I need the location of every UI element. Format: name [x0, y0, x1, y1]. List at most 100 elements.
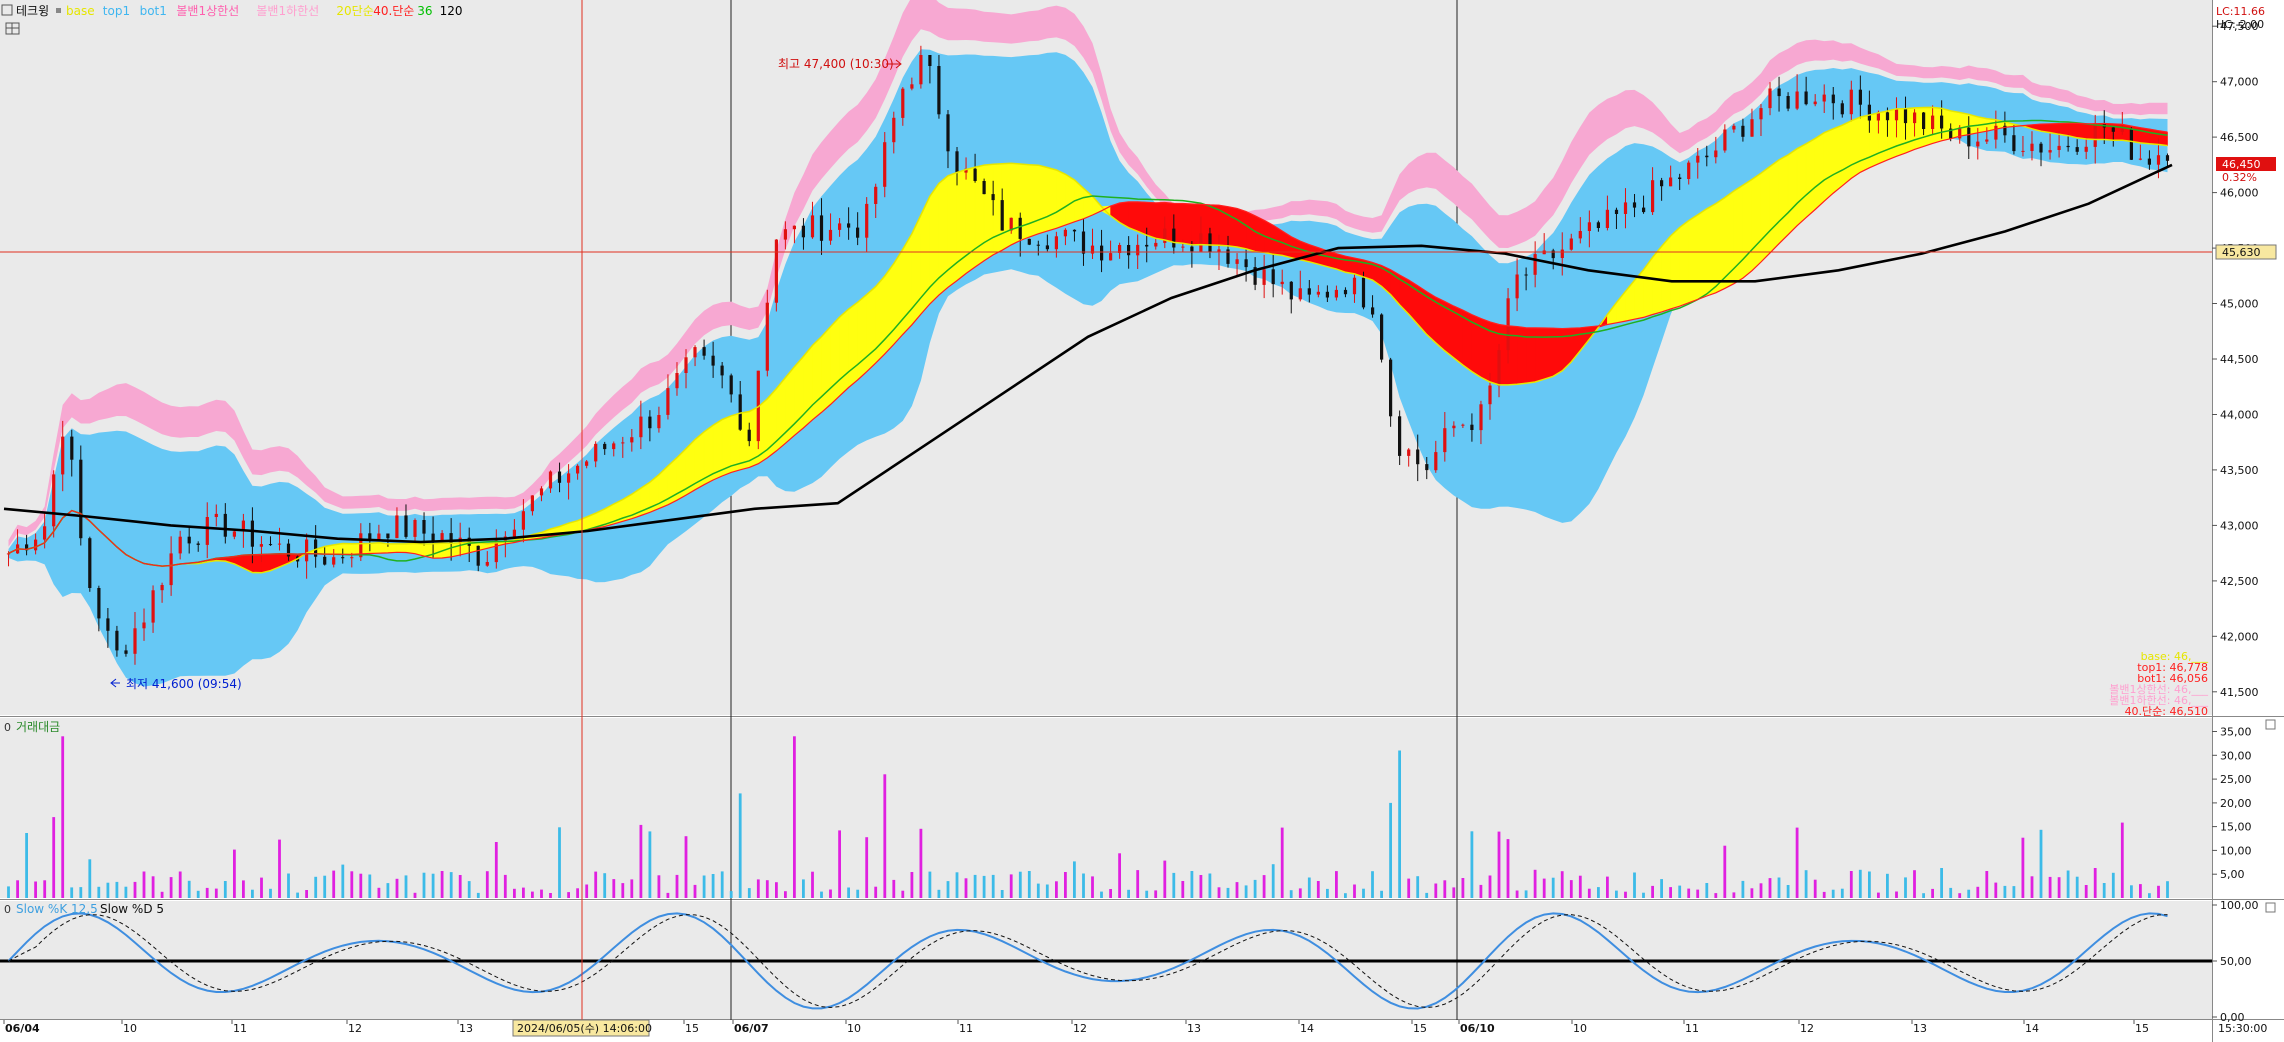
- legend-item: bot1: [140, 4, 167, 18]
- candle-body: [1524, 274, 1528, 276]
- candle-body: [594, 443, 598, 462]
- legend-item: 20단순: [336, 4, 373, 18]
- candle-body: [828, 229, 833, 241]
- volume-bar: [1497, 831, 1501, 898]
- volume-bar: [2012, 886, 2016, 898]
- volume-bar: [1136, 870, 1140, 898]
- candle-body: [1172, 228, 1176, 248]
- volume-bar: [2084, 885, 2088, 898]
- cloud-segment-up: [830, 316, 840, 406]
- volume-bar: [178, 871, 182, 898]
- candle-body: [1858, 89, 1862, 105]
- price-tick-label: 43,500: [2220, 464, 2259, 477]
- volume-bar: [1858, 869, 1862, 898]
- volume-bar: [684, 836, 688, 898]
- candle-body: [476, 545, 480, 566]
- volume-bar: [874, 886, 878, 898]
- candle-body: [774, 239, 778, 303]
- chart-name: 테크윙: [16, 4, 49, 18]
- volume-bar: [223, 881, 227, 898]
- candle-body: [2129, 129, 2133, 160]
- volume-bar: [1868, 871, 1871, 898]
- volume-bar: [1840, 888, 1844, 898]
- candle-body: [1054, 236, 1058, 250]
- volume-bar: [1931, 888, 1934, 898]
- candle-body: [305, 539, 309, 562]
- candle-body: [1940, 115, 1944, 129]
- candle-body: [1632, 202, 1637, 208]
- legend-item: top1: [103, 4, 130, 18]
- cloud-segment-up: [803, 344, 813, 429]
- volume-bar: [404, 875, 408, 898]
- volume-bar: [196, 890, 200, 898]
- candle-body: [621, 442, 625, 444]
- candle-body: [1398, 416, 1402, 456]
- x-tick-label: 13: [1187, 1022, 1201, 1035]
- volume-bar: [269, 888, 272, 898]
- volume-bar: [1804, 870, 1808, 898]
- candle-body: [133, 628, 137, 654]
- last-time: 15:30:00: [2218, 1022, 2267, 1035]
- candle-body: [1578, 231, 1582, 239]
- candle-body: [1443, 428, 1447, 453]
- cloud-segment-down: [1245, 211, 1256, 253]
- candle-body: [1154, 242, 1158, 247]
- candle-body: [1867, 104, 1871, 121]
- volume-bar: [1732, 892, 1736, 898]
- candle-body: [1723, 129, 1727, 151]
- candle-body: [1714, 150, 1718, 158]
- candle-body: [512, 529, 516, 537]
- volume-bar: [2130, 885, 2133, 898]
- volume-tick-label: 25,00: [2220, 773, 2252, 786]
- candle-body: [2156, 155, 2161, 165]
- volume-bar: [1145, 890, 1149, 898]
- volume-bar: [1443, 880, 1447, 898]
- candle-body: [1976, 141, 1980, 147]
- volume-bar: [1958, 893, 1962, 898]
- cloud-segment-up: [1733, 184, 1744, 285]
- candle-body: [277, 543, 282, 545]
- volume-bar: [79, 887, 83, 898]
- candle-body: [1072, 229, 1077, 232]
- candle-body: [847, 223, 851, 228]
- volume-bar: [1741, 880, 1745, 898]
- candle-body: [386, 533, 390, 539]
- volume-bar: [1976, 886, 1980, 898]
- x-tick-label: 10: [1573, 1022, 1587, 1035]
- cloud-segment-down: [1146, 201, 1157, 239]
- volume-bar: [648, 831, 652, 898]
- volume-bar: [1660, 879, 1663, 898]
- price-tick-label: 47,000: [2220, 76, 2259, 89]
- x-tick-label: 13: [1913, 1022, 1927, 1035]
- volume-bar: [910, 872, 914, 898]
- volume-bar: [1678, 885, 1682, 898]
- candle-body: [1569, 238, 1573, 250]
- candle-body: [1587, 222, 1591, 231]
- cloud-segment-up: [821, 325, 831, 414]
- volume-bar: [1886, 873, 1889, 898]
- candle-body: [2012, 135, 2016, 152]
- volume-bar: [1515, 890, 1519, 898]
- candle-body: [1488, 385, 1492, 405]
- chart-svg[interactable]: 47,50047,00046,50046,00045,50045,00044,5…: [0, 0, 2284, 1042]
- volume-bar: [169, 877, 173, 898]
- volume-tick-label: 20,00: [2220, 797, 2252, 810]
- cloud-segment-down: [252, 554, 262, 574]
- volume-bar: [811, 871, 814, 898]
- candle-body: [874, 186, 878, 204]
- volume-bar: [160, 891, 164, 898]
- volume-bar: [70, 887, 74, 898]
- x-tick-label: 15: [1413, 1022, 1427, 1035]
- volume-bar: [1696, 889, 1700, 898]
- cloud-segment-down: [2149, 128, 2159, 145]
- volume-bar: [1253, 879, 1257, 898]
- cloud-segment-up: [875, 275, 886, 364]
- candle-body: [2048, 150, 2052, 153]
- candle-body: [1027, 238, 1031, 245]
- cloud-segment-down: [1182, 203, 1193, 246]
- candle-body: [395, 515, 399, 539]
- volume-tick-label: 30,00: [2220, 749, 2252, 762]
- volume-pane-bg: [0, 718, 2212, 898]
- candle-body: [368, 533, 372, 540]
- cloud-segment-up: [1679, 219, 1689, 307]
